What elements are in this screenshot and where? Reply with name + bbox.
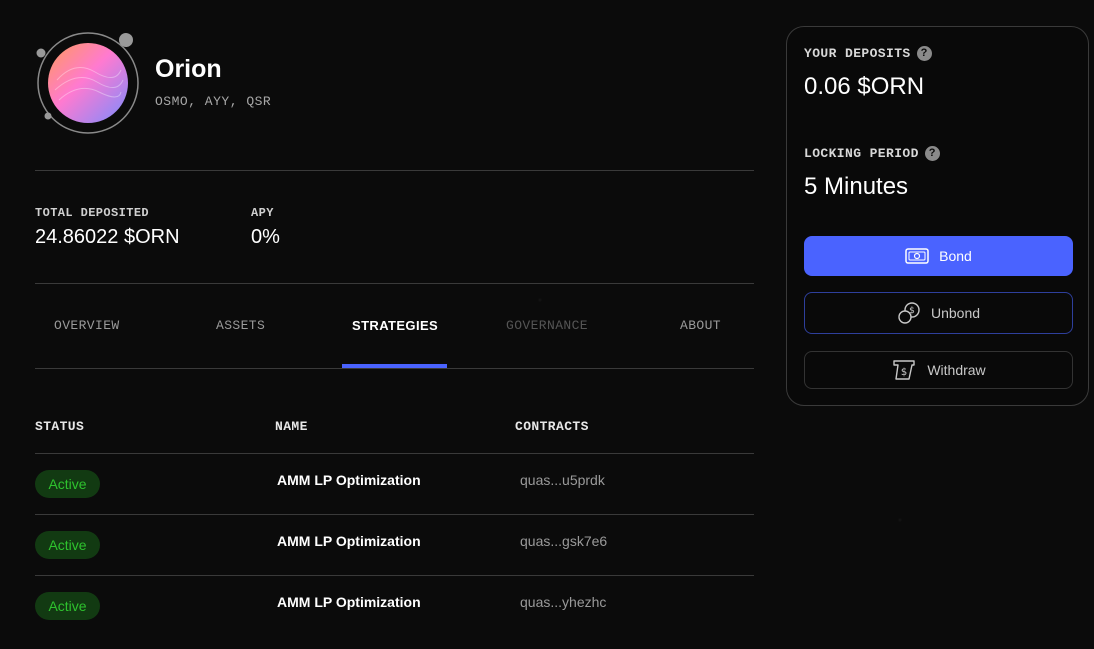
- tab-strategies[interactable]: STRATEGIES: [352, 318, 438, 333]
- your-deposits-label-text: YOUR DEPOSITS: [804, 46, 911, 61]
- status-badge: Active: [35, 531, 100, 559]
- unbond-button[interactable]: $ Unbond: [804, 292, 1073, 334]
- apy-value: 0%: [251, 226, 280, 248]
- column-header-status: STATUS: [35, 419, 85, 434]
- status-badge: Active: [35, 592, 100, 620]
- svg-text:$: $: [909, 306, 915, 316]
- tab-governance: GOVERNANCE: [506, 318, 589, 333]
- divider: [35, 170, 754, 171]
- your-deposits-value: 0.06 $ORN: [804, 73, 925, 100]
- strategy-name: AMM LP Optimization: [277, 533, 421, 549]
- table-row: Active AMM LP Optimization quas...u5prdk: [35, 453, 754, 514]
- column-header-name: NAME: [275, 419, 308, 434]
- help-icon[interactable]: ?: [916, 46, 932, 61]
- strategy-name: AMM LP Optimization: [277, 472, 421, 488]
- apy-label: APY: [251, 206, 274, 220]
- bond-button-label: Bond: [939, 248, 972, 264]
- your-deposits-label: YOUR DEPOSITS ?: [804, 46, 932, 61]
- cash-icon: [905, 248, 929, 264]
- contract-address[interactable]: quas...u5prdk: [520, 472, 605, 488]
- total-deposited-label: TOTAL DEPOSITED: [35, 206, 150, 220]
- help-icon[interactable]: ?: [924, 146, 940, 161]
- divider: [35, 283, 754, 284]
- contract-address[interactable]: quas...yhezhc: [520, 594, 606, 610]
- withdraw-button[interactable]: $ Withdraw: [804, 351, 1073, 389]
- withdraw-ticket-icon: $: [893, 360, 916, 380]
- bond-button[interactable]: Bond: [804, 236, 1073, 276]
- svg-text:$: $: [901, 367, 907, 378]
- tab-assets[interactable]: ASSETS: [216, 318, 265, 333]
- status-badge: Active: [35, 470, 100, 498]
- column-header-contracts: CONTRACTS: [515, 419, 589, 434]
- vault-title: Orion: [155, 55, 222, 83]
- tab-about[interactable]: ABOUT: [680, 318, 721, 333]
- table-row: Active AMM LP Optimization quas...yhezhc: [35, 575, 754, 636]
- tab-overview[interactable]: OVERVIEW: [54, 318, 120, 333]
- deposit-panel: YOUR DEPOSITS ? 0.06 $ORN LOCKING PERIOD…: [786, 26, 1089, 406]
- vault-logo: [36, 32, 139, 134]
- locking-period-value: 5 Minutes: [804, 173, 909, 200]
- divider: [35, 368, 754, 369]
- withdraw-button-label: Withdraw: [927, 362, 986, 378]
- locking-period-label-text: LOCKING PERIOD: [804, 146, 919, 161]
- vault-assets: OSMO, AYY, QSR: [155, 94, 272, 109]
- contract-address[interactable]: quas...gsk7e6: [520, 533, 607, 549]
- strategy-name: AMM LP Optimization: [277, 594, 421, 610]
- unbond-button-label: Unbond: [930, 305, 981, 321]
- coins-dollar-icon: $: [898, 302, 920, 324]
- table-row: Active AMM LP Optimization quas...gsk7e6: [35, 514, 754, 575]
- total-deposited-value: 24.86022 $ORN: [35, 226, 180, 248]
- locking-period-label: LOCKING PERIOD ?: [804, 146, 940, 161]
